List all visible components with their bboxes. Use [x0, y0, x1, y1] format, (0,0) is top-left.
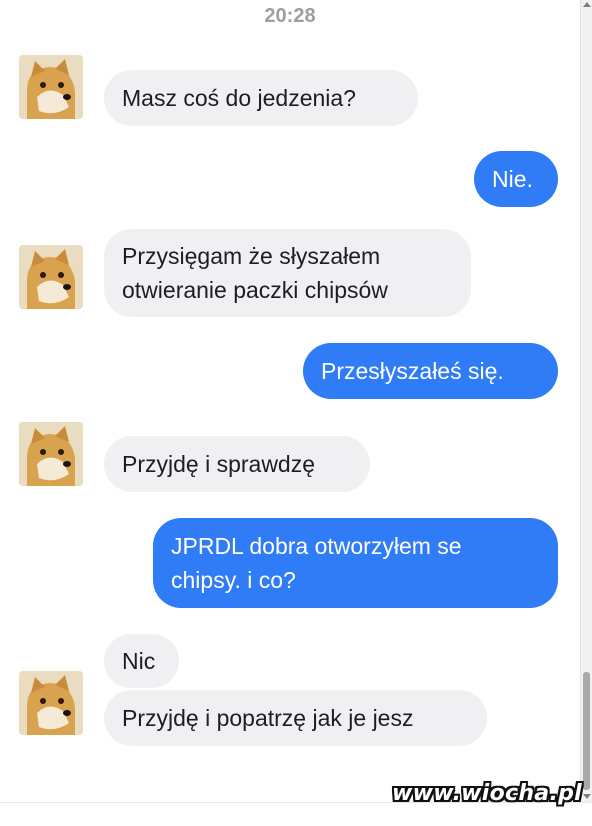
contact-avatar[interactable]: [19, 422, 83, 486]
message-bubble-incoming: Masz coś do jedzenia?: [104, 70, 418, 126]
message-bubble-outgoing: JPRDL dobra otworzyłem se chipsy. i co?: [153, 518, 558, 608]
contact-avatar[interactable]: [19, 245, 83, 309]
message-text-line: Przyjdę i sprawdzę: [122, 451, 316, 477]
site-watermark: www.wiocha.pl: [392, 781, 582, 806]
doge-avatar-icon: [19, 422, 83, 486]
scrollbar-thumb[interactable]: [583, 672, 590, 790]
message-bubble-incoming: Nic: [104, 634, 179, 688]
message-bubble-outgoing: Przesłyszałeś się.: [303, 343, 558, 399]
contact-avatar[interactable]: [19, 55, 83, 119]
scroll-up-arrow-icon[interactable]: [583, 2, 591, 7]
message-text-line: Przyjdę i popatrzę jak je jesz: [122, 705, 414, 731]
message-text-line: Przysięgam że słyszałem: [122, 243, 381, 269]
message-bubble-incoming: Przyjdę i popatrzę jak je jesz: [104, 690, 487, 746]
message-text-line: Przesłyszałeś się.: [321, 358, 504, 384]
chat-window: 20:28 Masz coś do jedzenia? Nie. Przysię…: [0, 0, 580, 802]
vertical-scrollbar[interactable]: [580, 0, 592, 802]
message-bubble-outgoing: Nie.: [474, 151, 558, 207]
doge-avatar-icon: [19, 671, 83, 735]
message-bubble-incoming: Przyjdę i sprawdzę: [104, 436, 370, 492]
message-text-line: JPRDL dobra otworzyłem se: [171, 533, 462, 559]
message-bubble-incoming: Przysięgam że słyszałem otwieranie paczk…: [104, 229, 471, 317]
message-text-line: chipsy. i co?: [171, 567, 296, 593]
message-text-line: otwieranie paczki chipsów: [122, 277, 388, 303]
message-timestamp: 20:28: [264, 5, 316, 27]
doge-avatar-icon: [19, 55, 83, 119]
doge-avatar-icon: [19, 245, 83, 309]
message-text-line: Nie.: [492, 166, 533, 192]
scroll-down-arrow-icon[interactable]: [583, 794, 591, 799]
contact-avatar[interactable]: [19, 671, 83, 735]
message-text-line: Masz coś do jedzenia?: [122, 85, 356, 111]
message-text-line: Nic: [122, 648, 156, 674]
